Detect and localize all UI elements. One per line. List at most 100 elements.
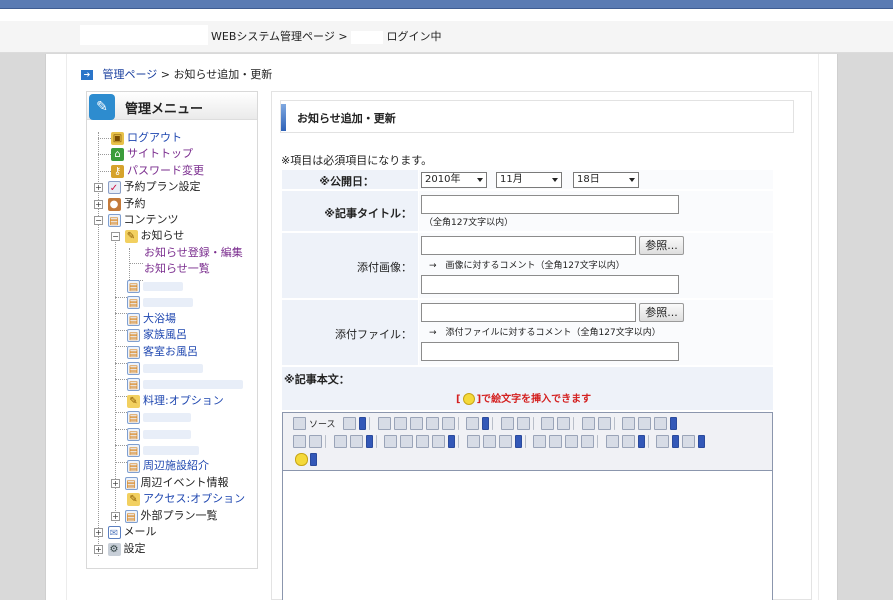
dropdown-icon[interactable] xyxy=(359,416,367,430)
print-icon[interactable] xyxy=(466,416,480,430)
source-button[interactable]: ソース xyxy=(309,417,336,430)
sidebar-item-contents[interactable]: − ▤ コンテンツ xyxy=(94,212,179,228)
numbered-list-icon[interactable] xyxy=(293,434,306,448)
special-char-icon[interactable] xyxy=(498,434,512,448)
dropdown-icon[interactable] xyxy=(672,434,679,448)
bg-color-icon[interactable] xyxy=(682,434,695,448)
expand-icon[interactable]: + xyxy=(111,511,120,521)
sidebar-item-hidden-2[interactable]: ▤ xyxy=(127,294,193,310)
horizontal-rule-icon[interactable] xyxy=(482,434,496,448)
sidebar-item-family-bath[interactable]: ▤ 家族風呂 xyxy=(127,327,187,343)
article-title-hint: （全角127文字以内） xyxy=(424,218,514,228)
smiley-icon[interactable] xyxy=(462,393,475,405)
cut-icon[interactable] xyxy=(377,416,391,430)
expand-icon[interactable]: + xyxy=(94,544,103,554)
sidebar-item-large-bath[interactable]: ▤ 大浴場 xyxy=(127,311,176,327)
sidebar-item-meal-option[interactable]: ✎ 料理:オプション xyxy=(127,393,224,409)
sidebar-item-news-list[interactable]: お知らせ一覧 xyxy=(144,261,210,277)
unlink-icon[interactable] xyxy=(638,416,652,430)
align-center-icon[interactable] xyxy=(400,434,413,448)
replace-icon[interactable] xyxy=(557,416,571,430)
sidebar-item-reservation[interactable]: + ● 予約 xyxy=(94,196,146,212)
editor-content-area[interactable] xyxy=(283,472,772,600)
find-icon[interactable] xyxy=(541,416,555,430)
sidebar-item-site-top[interactable]: ⌂ サイトトップ xyxy=(111,146,193,162)
sidebar-item-reservation-plan[interactable]: + ✓ 予約プラン設定 xyxy=(94,179,201,195)
preview-icon[interactable] xyxy=(343,416,357,430)
attach-image-file-input[interactable] xyxy=(421,236,636,255)
sidebar-item-news[interactable]: − ✎ お知らせ xyxy=(111,228,184,244)
month-select[interactable]: 11月 xyxy=(496,172,562,188)
subscript-icon[interactable] xyxy=(605,434,619,448)
eraser-icon[interactable] xyxy=(597,416,611,430)
bold-icon[interactable] xyxy=(533,434,546,448)
dropdown-icon[interactable] xyxy=(514,434,522,448)
attach-file-comment-input[interactable] xyxy=(421,342,679,361)
expand-icon[interactable]: + xyxy=(94,199,103,209)
attach-image-comment-input[interactable] xyxy=(421,275,679,294)
anchor-icon[interactable] xyxy=(654,416,668,430)
justify-icon[interactable] xyxy=(432,434,445,448)
sidebar-item-hidden-7[interactable]: ▤ xyxy=(127,442,199,458)
page-container: ➔ 管理ページ > お知らせ追加・更新 ✎ 管理メニュー ▣ ログアウト ⌂ サ… xyxy=(45,54,838,600)
sidebar-item-nearby-facilities[interactable]: ▤ 周辺施設紹介 xyxy=(127,458,209,474)
superscript-icon[interactable] xyxy=(621,434,635,448)
expand-icon[interactable]: + xyxy=(94,182,103,192)
sidebar-item-hidden-6[interactable]: ▤ xyxy=(127,426,191,442)
day-select[interactable]: 18日 xyxy=(573,172,639,188)
sidebar-item-room-bath[interactable]: ▤ 客室お風呂 xyxy=(127,344,198,360)
sidebar-item-mail[interactable]: + ✉ メール xyxy=(94,524,157,540)
smiley-icon[interactable] xyxy=(295,452,308,466)
paste-text-icon[interactable] xyxy=(425,416,439,430)
attach-file-input[interactable] xyxy=(421,303,636,322)
dropdown-icon[interactable] xyxy=(448,434,455,448)
dropdown-icon[interactable] xyxy=(670,416,678,430)
select-all-icon[interactable] xyxy=(581,416,595,430)
source-icon[interactable] xyxy=(293,416,306,430)
expand-icon[interactable]: + xyxy=(94,527,103,537)
underline-icon[interactable] xyxy=(565,434,578,448)
attach-file-browse-button[interactable]: 参照... xyxy=(639,303,684,322)
sidebar-item-password[interactable]: ⚷ パスワード変更 xyxy=(111,163,204,179)
sidebar-item-news-edit[interactable]: お知らせ登録・編集 xyxy=(144,245,243,261)
sidebar-item-hidden-4[interactable]: ▤ xyxy=(127,376,243,392)
redo-icon[interactable] xyxy=(516,416,530,430)
dropdown-icon[interactable] xyxy=(482,416,490,430)
attach-image-browse-button[interactable]: 参照... xyxy=(639,236,684,255)
breadcrumb-home-link[interactable]: 管理ページ xyxy=(103,68,158,81)
align-right-icon[interactable] xyxy=(416,434,429,448)
article-title-input[interactable] xyxy=(421,195,679,214)
copy-icon[interactable] xyxy=(393,416,407,430)
collapse-icon[interactable]: − xyxy=(111,231,120,241)
indent-icon[interactable] xyxy=(349,434,363,448)
dropdown-icon[interactable] xyxy=(365,434,373,448)
italic-icon[interactable] xyxy=(549,434,562,448)
paste-icon[interactable] xyxy=(409,416,423,430)
text-color-icon[interactable] xyxy=(656,434,669,448)
dropdown-icon[interactable] xyxy=(698,434,705,448)
align-left-icon[interactable] xyxy=(384,434,397,448)
sidebar: ✎ 管理メニュー ▣ ログアウト ⌂ サイトトップ ⚷ パスワード変更 + ✓ … xyxy=(86,91,258,569)
link-icon[interactable] xyxy=(622,416,636,430)
outdent-icon[interactable] xyxy=(333,434,347,448)
expand-icon[interactable]: + xyxy=(111,478,120,488)
sidebar-item-external-plans[interactable]: + ▤ 外部プラン一覧 xyxy=(111,508,218,524)
dropdown-icon[interactable] xyxy=(637,434,645,448)
paste-word-icon[interactable] xyxy=(441,416,455,430)
sidebar-item-logout[interactable]: ▣ ログアウト xyxy=(111,130,182,146)
strike-icon[interactable] xyxy=(581,434,594,448)
page-inner: ➔ 管理ページ > お知らせ追加・更新 ✎ 管理メニュー ▣ ログアウト ⌂ サ… xyxy=(66,54,819,600)
sidebar-item-hidden-3[interactable]: ▤ xyxy=(127,360,203,376)
undo-icon[interactable] xyxy=(500,416,514,430)
dropdown-icon[interactable] xyxy=(310,452,317,466)
sidebar-item-hidden-1[interactable]: ▤ xyxy=(127,278,183,294)
table-icon[interactable] xyxy=(466,434,480,448)
doc-icon: ▤ xyxy=(127,345,140,359)
year-select[interactable]: 2010年 xyxy=(421,172,487,188)
sidebar-item-hidden-5[interactable]: ▤ xyxy=(127,409,191,425)
bulleted-list-icon[interactable] xyxy=(309,434,322,448)
sidebar-item-nearby-events[interactable]: + ▤ 周辺イベント情報 xyxy=(111,475,229,491)
sidebar-item-settings[interactable]: + ⚙ 設定 xyxy=(94,541,146,557)
sidebar-item-access-option[interactable]: ✎ アクセス:オプション xyxy=(127,491,245,507)
collapse-icon[interactable]: − xyxy=(94,215,103,225)
